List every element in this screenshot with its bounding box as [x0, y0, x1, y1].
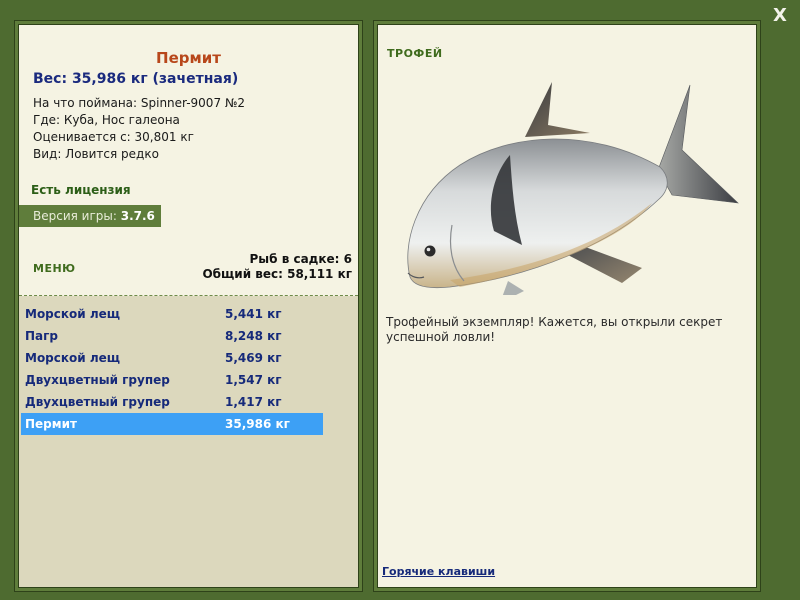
catch-weight: 5,469 кг — [225, 351, 282, 365]
license-status: Есть лицензия — [31, 183, 131, 197]
catch-weight: 8,248 кг — [225, 329, 282, 343]
trophy-panel: ТРОФЕЙ Трофейный экземпляр! Кажется, вы … — [377, 24, 757, 588]
catch-name: Пагр — [25, 329, 58, 343]
fish-count: Рыб в садке: 6 — [249, 252, 353, 266]
catch-row[interactable]: Морской лещ 5,441 кг — [21, 303, 323, 325]
total-weight: Общий вес: 58,111 кг — [202, 267, 352, 281]
fish-details: На что поймана: Spinner-9007 №2 Где: Куб… — [33, 95, 245, 163]
catch-row[interactable]: Морской лещ 5,469 кг — [21, 347, 323, 369]
catch-list-area: Морской лещ 5,441 кг Пагр 8,248 кг Морск… — [19, 296, 358, 587]
catch-row[interactable]: Двухцветный групер 1,547 кг — [21, 369, 323, 391]
catch-name: Пермит — [25, 417, 77, 431]
caught-with: На что поймана: Spinner-9007 №2 — [33, 96, 246, 110]
fish-title: Пермит — [156, 49, 221, 67]
permit-fish-image — [407, 82, 739, 295]
catch-name: Двухцветный групер — [25, 373, 170, 387]
catch-weight: 5,441 кг — [225, 307, 282, 321]
catch-row-selected[interactable]: Пермит 35,986 кг — [21, 413, 323, 435]
catch-row[interactable]: Двухцветный групер 1,417 кг — [21, 391, 323, 413]
species-rarity: Вид: Ловится редко — [33, 147, 159, 161]
menu-button[interactable]: МЕНЮ — [33, 262, 76, 275]
fish-info-panel: Пермит Вес: 35,986 кг (зачетная) На что … — [18, 24, 359, 588]
version-label: Версия игры: — [33, 209, 121, 223]
catch-name: Морской лещ — [25, 351, 121, 365]
trophy-description: Трофейный экземпляр! Кажется, вы открыли… — [386, 315, 723, 344]
catch-name: Морской лещ — [25, 307, 121, 321]
catch-name: Двухцветный групер — [25, 395, 170, 409]
close-button[interactable]: X — [770, 6, 790, 26]
fish-weight: Вес: 35,986 кг (зачетная) — [33, 71, 239, 87]
catch-weight: 1,417 кг — [225, 395, 282, 409]
caught-where: Где: Куба, Нос галеона — [33, 113, 180, 127]
catch-weight: 35,986 кг — [225, 417, 290, 431]
catch-row[interactable]: Пагр 8,248 кг — [21, 325, 323, 347]
catch-weight: 1,547 кг — [225, 373, 282, 387]
scored-from: Оценивается с: 30,801 кг — [33, 130, 194, 144]
catch-list: Морской лещ 5,441 кг Пагр 8,248 кг Морск… — [21, 303, 323, 435]
hotkeys-link[interactable]: Горячие клавиши — [382, 565, 495, 578]
keepnet-stats: Рыб в садке: 6 Общий вес: 58,111 кг — [202, 252, 352, 282]
game-version: Версия игры: 3.7.6 — [19, 205, 161, 227]
version-value: 3.7.6 — [120, 209, 155, 223]
